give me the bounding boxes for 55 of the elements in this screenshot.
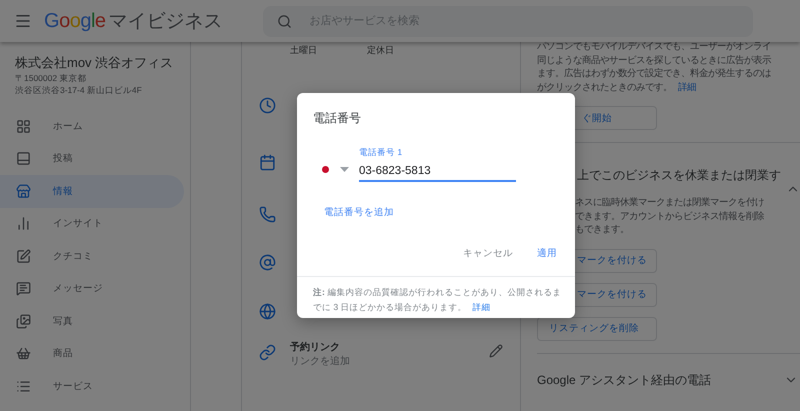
pen-square-icon [16,248,31,264]
add-phone-link[interactable]: 電話番号を追加 [324,206,575,219]
dialog-note: 注: 編集内容の品質確認が行われることがあり、公開されるまでに 3 日ほどかかる場合があります。 詳細 [297,276,575,315]
nav-item[interactable]: 商品 [0,338,184,370]
section-text: できます。アカウントからビジネス情報を削除 [574,210,765,223]
details-link[interactable]: 詳細 [678,82,696,92]
section-title: 上でこのビジネスを休業または閉業す [576,167,781,184]
business-address: 〒1500002 東京都 [14,72,88,84]
globe-icon [259,302,276,320]
nav-item[interactable]: 写真 [0,305,184,338]
calendar-icon [259,154,276,170]
ads-text: がクリックされたときのみです。 詳細 [537,80,697,94]
hours-value: 定休日 [367,44,394,57]
google-logo: Google [44,10,106,32]
business-name: 株式会社mov 渋谷オフィス [14,54,174,72]
nav-item[interactable]: サービス [0,370,184,402]
section-text: ネスに臨時休業マークまたは閉業マークを付け [574,196,765,209]
nav-item[interactable]: ホーム [0,110,184,142]
nav-item[interactable]: メッセージ [0,272,184,305]
search-icon [276,14,292,28]
bar-chart-icon [16,216,31,232]
phone-field[interactable]: 電話番号 1 03-6823-5813 [359,147,516,182]
section-text: もできます。 [574,223,630,236]
at-sign-icon [259,254,276,270]
flag-icon[interactable] [322,166,329,173]
edit-icon[interactable] [489,344,503,358]
caret-icon[interactable] [340,167,349,172]
list-icon [16,378,31,394]
ads-text: ます。広告はわずか数分で設定でき、料金が発生するのは [537,67,772,80]
cancel-button[interactable]: キャンセル [457,243,519,264]
grid-icon [16,118,31,134]
phone-icon [259,206,276,223]
images-icon [16,314,31,329]
business-address: 渋谷区渋谷3-17-4 新山口ビル4F [14,84,143,96]
ads-text: 同じような商品やサービスを探しているときに広告が表示 [537,54,772,67]
store-icon [16,184,31,199]
action-button[interactable]: リスティングを削除 [537,316,657,340]
section-title: Google アシスタント経由の電話 [537,372,712,388]
nav-item[interactable]: クチコミ [0,240,184,272]
ads-text: パソコンでもモバイルデバイスでも、ユーザーがオンライ [537,40,772,53]
details-link[interactable]: 詳細 [472,302,491,312]
nav-item[interactable]: 投稿 [0,142,184,175]
basket-icon [16,346,31,362]
day-label: 土曜日 [290,44,317,57]
dialog-title: 電話番号 [312,110,362,127]
message-icon [16,281,31,296]
menu-icon[interactable] [14,12,32,30]
link-icon [259,344,276,361]
row-title: 予約リンク [290,340,341,354]
product-name: マイビジネス [108,10,223,34]
clock-icon [259,96,276,114]
panel-icon [16,151,31,166]
nav-item[interactable]: インサイト [0,208,184,240]
row-value: リンクを追加 [290,354,351,368]
nav-item[interactable]: 情報 [0,175,184,208]
